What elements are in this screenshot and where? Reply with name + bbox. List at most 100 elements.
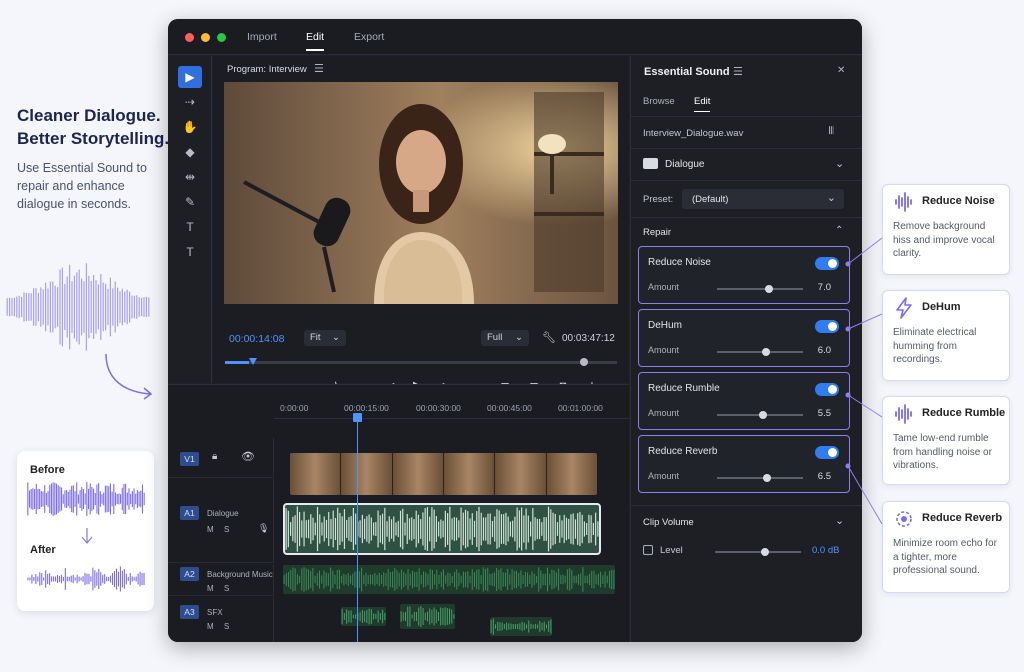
callout-description: Minimize room echo for a tighter, more p… bbox=[893, 538, 997, 576]
callout-description: Remove background hiss and improve vocal… bbox=[893, 221, 995, 259]
close-icon[interactable]: ✕ bbox=[837, 65, 845, 76]
solo-button-a1[interactable]: S bbox=[224, 525, 229, 534]
menu-edit[interactable]: Edit bbox=[306, 31, 325, 51]
video-clip-v1[interactable] bbox=[290, 453, 597, 495]
slip-icon[interactable]: ⇹ bbox=[178, 166, 202, 188]
reduce-noise-slider[interactable] bbox=[717, 285, 803, 293]
chevron-up-icon[interactable]: ⌃ bbox=[835, 225, 843, 236]
ruler-tick-15: 00:00:15:00 bbox=[344, 403, 389, 413]
track-select-icon[interactable]: ⇢ bbox=[178, 91, 202, 113]
reduce-noise-label: Reduce Noise bbox=[648, 257, 711, 268]
reduce-reverb-value[interactable]: 6.5 bbox=[818, 471, 831, 482]
close-window-button[interactable] bbox=[185, 33, 194, 42]
time-ruler[interactable] bbox=[274, 385, 629, 419]
sfx-clip-3[interactable] bbox=[490, 617, 552, 636]
reduce-rumble-card: Reduce Rumble Amount 5.5 bbox=[638, 372, 850, 430]
track-tag-v1[interactable]: V1 bbox=[180, 452, 199, 466]
chevron-down-icon[interactable]: ⌄ bbox=[835, 157, 844, 170]
microphone-icon[interactable]: 🎙︎ bbox=[258, 523, 269, 534]
scrubber-progress bbox=[225, 361, 249, 364]
razor-icon[interactable]: ◆ bbox=[178, 141, 202, 163]
slider-knob[interactable] bbox=[761, 548, 769, 556]
track-a3-header: A3 SFX M S bbox=[168, 597, 274, 642]
fit-value: Fit bbox=[310, 332, 321, 343]
track-a2-header: A2 Background Music M S bbox=[168, 564, 274, 596]
track-a1-header: A1 Dialogue M S 🎙︎ bbox=[168, 479, 274, 563]
reduce-reverb-toggle[interactable] bbox=[815, 446, 839, 459]
dehum-slider[interactable] bbox=[717, 348, 803, 356]
callout-dehum: DeHum Eliminate electrical humming from … bbox=[882, 290, 1010, 381]
vertical-type-icon[interactable]: T bbox=[178, 241, 202, 263]
lock-icon[interactable]: 🔒︎ bbox=[212, 451, 217, 462]
eye-icon[interactable]: 👁︎ bbox=[241, 450, 255, 463]
sfx-clip-1[interactable] bbox=[341, 607, 386, 626]
reduce-noise-value[interactable]: 7.0 bbox=[818, 282, 831, 293]
divider bbox=[631, 505, 862, 506]
sfx-clip-2[interactable] bbox=[400, 604, 455, 629]
timeline-playhead-line[interactable] bbox=[357, 421, 358, 642]
playhead-marker[interactable] bbox=[249, 358, 257, 365]
timeline-playhead-handle[interactable] bbox=[353, 413, 362, 422]
program-title: Program: Interview bbox=[227, 64, 307, 75]
music-clip-a2[interactable] bbox=[283, 565, 615, 594]
video-frame[interactable] bbox=[224, 82, 618, 304]
out-point-handle[interactable] bbox=[580, 358, 588, 366]
timeline-panel: 0:00:00 00:00:15:00 00:00:30:00 00:00:45… bbox=[168, 384, 629, 642]
wrench-icon[interactable]: 🔧︎ bbox=[542, 331, 556, 344]
type-tool-icon[interactable]: T bbox=[178, 216, 202, 238]
chevron-down-icon[interactable]: ⌄ bbox=[835, 514, 844, 527]
waveform-icon bbox=[895, 404, 912, 424]
quality-select[interactable]: Full ⌄ bbox=[481, 330, 529, 346]
selection-tool[interactable]: ▶ bbox=[178, 66, 202, 88]
hero-title-line1: Cleaner Dialogue. bbox=[17, 106, 161, 125]
callout-description: Tame low-end rumble from handling noise … bbox=[893, 433, 992, 471]
level-slider[interactable] bbox=[715, 548, 801, 556]
slider-knob[interactable] bbox=[758, 411, 767, 419]
amount-label: Amount bbox=[648, 282, 680, 292]
hand-icon[interactable]: ✋ bbox=[178, 116, 202, 138]
reduce-noise-toggle[interactable] bbox=[815, 257, 839, 270]
level-checkbox[interactable] bbox=[643, 545, 653, 555]
program-menu-icon[interactable]: ☰ bbox=[314, 62, 324, 75]
pen-icon[interactable]: ✎ bbox=[178, 191, 202, 213]
reduce-reverb-label: Reduce Reverb bbox=[648, 446, 718, 457]
reduce-rumble-toggle[interactable] bbox=[815, 383, 839, 396]
slider-knob[interactable] bbox=[762, 474, 771, 482]
duration-timecode: 00:03:47:12 bbox=[562, 333, 615, 344]
fit-select[interactable]: Fit ⌄ bbox=[304, 330, 346, 346]
repair-section-label[interactable]: Repair bbox=[643, 227, 671, 238]
reduce-rumble-value[interactable]: 5.5 bbox=[818, 408, 831, 419]
program-scrubber[interactable] bbox=[225, 358, 617, 366]
menu-export[interactable]: Export bbox=[354, 31, 384, 43]
minimize-window-button[interactable] bbox=[201, 33, 210, 42]
clip-volume-label[interactable]: Clip Volume bbox=[643, 517, 694, 528]
track-tag-a1[interactable]: A1 bbox=[180, 506, 199, 520]
slider-knob[interactable] bbox=[764, 285, 773, 293]
mute-button-a3[interactable]: M bbox=[207, 622, 214, 631]
current-timecode: 00:00:14:08 bbox=[229, 333, 285, 345]
tab-edit[interactable]: Edit bbox=[694, 96, 711, 112]
panel-menu-icon[interactable]: ☰ bbox=[733, 65, 743, 78]
reduce-rumble-slider[interactable] bbox=[717, 411, 803, 419]
solo-button-a3[interactable]: S bbox=[224, 622, 229, 631]
menu-import[interactable]: Import bbox=[247, 31, 277, 43]
mute-button-a1[interactable]: M bbox=[207, 525, 214, 534]
callout-reduce-rumble: Reduce Rumble Tame low-end rumble from h… bbox=[882, 396, 1010, 485]
preset-value: (Default) bbox=[692, 194, 729, 205]
sfx-waveform-1 bbox=[341, 608, 386, 625]
audio-type-label[interactable]: Dialogue bbox=[665, 159, 704, 170]
reduce-reverb-slider[interactable] bbox=[717, 474, 803, 482]
dehum-toggle[interactable] bbox=[815, 320, 839, 333]
slider-knob[interactable] bbox=[762, 348, 771, 356]
track-tag-a2[interactable]: A2 bbox=[180, 567, 199, 581]
solo-button-a2[interactable]: S bbox=[224, 584, 229, 593]
preset-select[interactable]: (Default) ⌄ bbox=[682, 189, 844, 209]
tab-browse[interactable]: Browse bbox=[643, 96, 675, 107]
mute-button-a2[interactable]: M bbox=[207, 584, 214, 593]
dehum-value[interactable]: 6.0 bbox=[818, 345, 831, 356]
dialogue-clip-a1[interactable] bbox=[283, 503, 601, 555]
tools-panel: ▶ ⇢ ✋ ◆ ⇹ ✎ T T bbox=[168, 56, 212, 383]
level-value[interactable]: 0.0 dB bbox=[812, 545, 839, 556]
track-tag-a3[interactable]: A3 bbox=[180, 605, 199, 619]
maximize-window-button[interactable] bbox=[217, 33, 226, 42]
